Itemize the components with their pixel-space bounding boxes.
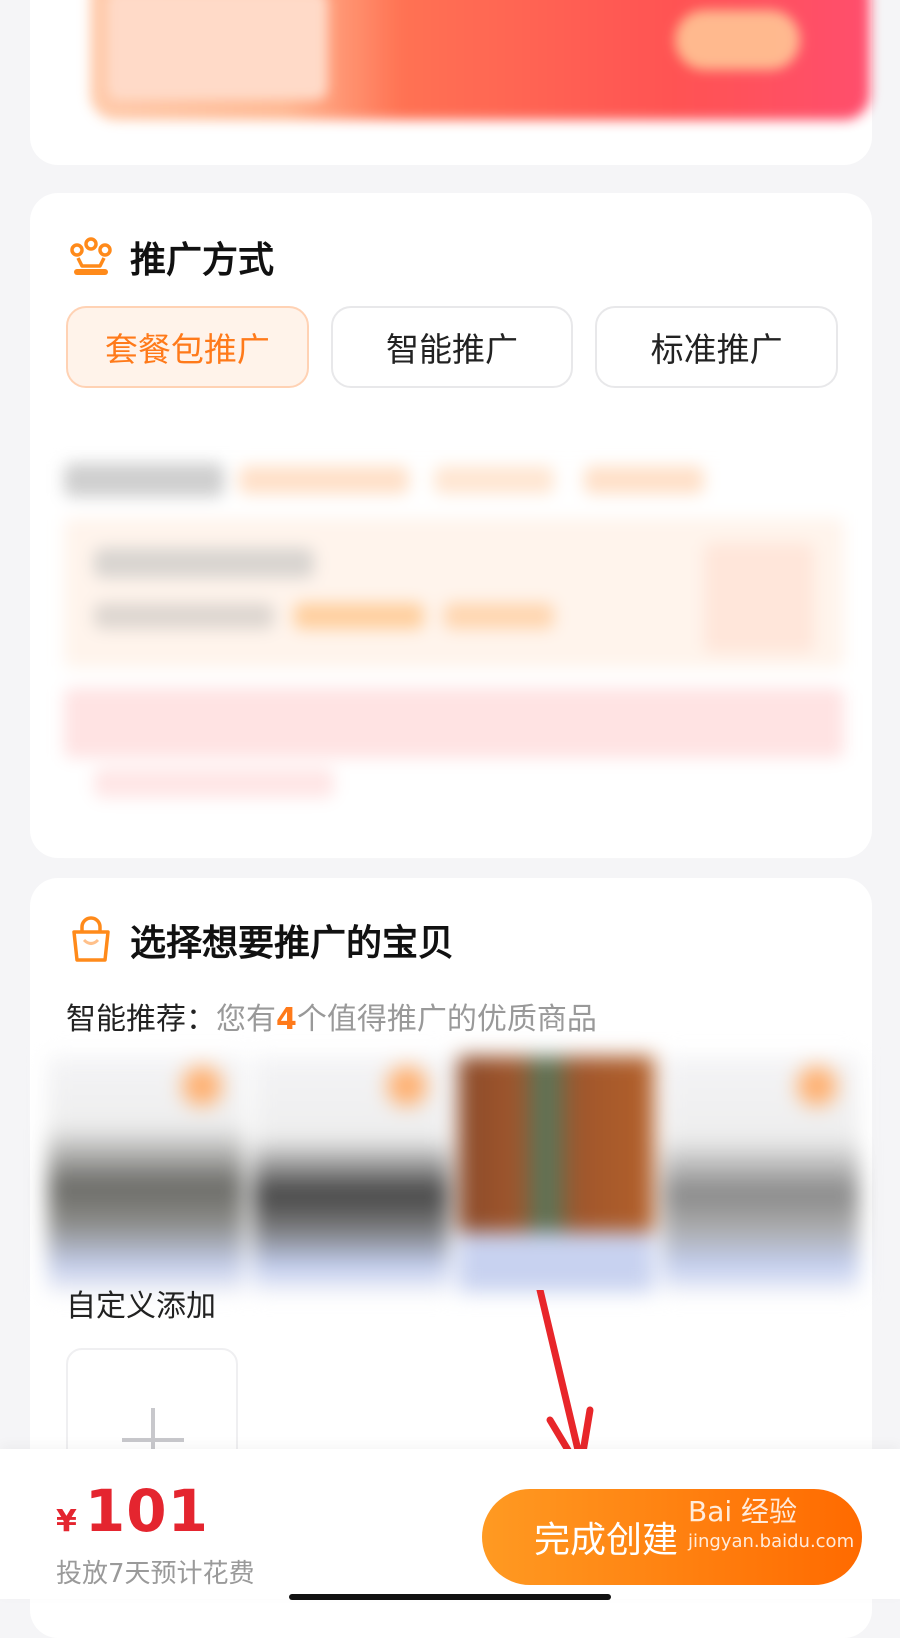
crown-icon xyxy=(68,236,114,278)
product-thumbnail[interactable] xyxy=(458,1056,654,1292)
product-thumbnail[interactable] xyxy=(663,1056,859,1292)
baidu-jingyan-watermark: Bai 经验 jingyan.baidu.com xyxy=(688,1497,854,1557)
price-note: 投放7天预计花费 xyxy=(56,1559,255,1589)
recommend-suffix: 个值得推广的优质商品 xyxy=(296,1002,597,1037)
package-details-blurred xyxy=(44,448,856,848)
banner-button[interactable] xyxy=(675,10,800,70)
promotion-method-card: 推广方式 套餐包推广 智能推广 标准推广 xyxy=(30,193,872,858)
promotion-method-title: 推广方式 xyxy=(130,240,275,281)
banner-image xyxy=(108,0,328,100)
option-smart-promotion[interactable]: 智能推广 xyxy=(330,306,574,388)
currency-symbol: ¥ xyxy=(56,1504,77,1539)
top-banner-card xyxy=(30,0,872,165)
select-products-title: 选择想要推广的宝贝 xyxy=(130,923,455,964)
smart-recommend-line: 智能推荐：您有4个值得推广的优质商品 xyxy=(66,994,597,1038)
recommend-prefix: 您有 xyxy=(216,1002,276,1037)
home-indicator xyxy=(289,1594,611,1600)
select-products-header: 选择想要推广的宝贝 xyxy=(68,914,454,966)
recommended-products xyxy=(48,1056,860,1292)
recommend-count: 4 xyxy=(276,1002,297,1037)
watermark-url: jingyan.baidu.com xyxy=(688,1531,855,1552)
product-thumbnail[interactable] xyxy=(253,1056,449,1292)
bottom-action-bar: ¥ 101 投放7天预计花费 完成创建 Bai 经验 jingyan.baidu… xyxy=(0,1449,900,1599)
watermark-main: Bai 经验 xyxy=(688,1495,798,1528)
option-standard-promotion[interactable]: 标准推广 xyxy=(595,306,839,388)
product-thumbnail[interactable] xyxy=(48,1056,244,1292)
price-value: 101 xyxy=(84,1477,209,1545)
promotion-method-header: 推广方式 xyxy=(68,231,274,283)
complete-create-label: 完成创建 xyxy=(534,1520,679,1561)
promo-banner[interactable] xyxy=(90,0,870,120)
promotion-options: 套餐包推广 智能推广 标准推广 xyxy=(66,306,839,390)
option-package-promotion[interactable]: 套餐包推广 xyxy=(66,306,309,388)
shopping-bag-icon xyxy=(68,916,114,964)
custom-add-label: 自定义添加 xyxy=(66,1289,216,1324)
estimated-price: ¥ 101 xyxy=(56,1477,209,1545)
smart-recommend-label: 智能推荐： xyxy=(66,1002,216,1037)
